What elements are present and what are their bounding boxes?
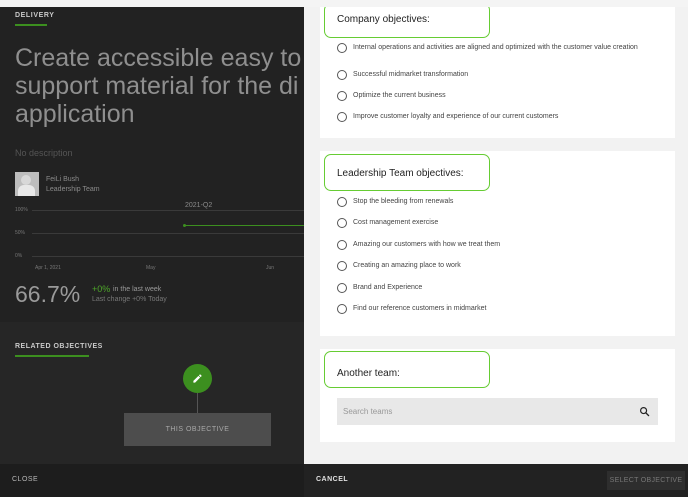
close-button[interactable]: CLOSE	[12, 476, 38, 483]
radio-button[interactable]	[337, 283, 347, 293]
radio-button[interactable]	[337, 43, 347, 53]
objective-option-label: Internal operations and activities are a…	[353, 44, 638, 51]
objective-option[interactable]: Amazing our customers with how we treat …	[337, 240, 657, 250]
chart-quarter-label: 2021-Q2	[185, 202, 213, 209]
this-objective-node[interactable]: THIS OBJECTIVE	[124, 413, 271, 446]
objective-description: No description	[15, 148, 73, 158]
objective-detail-page: DELIVERY Create accessible easy to suppo…	[0, 0, 304, 497]
y-tick-label: 0%	[15, 253, 23, 259]
team-search-box[interactable]	[337, 398, 658, 425]
tab-active-indicator	[15, 24, 47, 26]
section-title-company: Company objectives:	[337, 14, 430, 25]
radio-button[interactable]	[337, 197, 347, 207]
radio-button[interactable]	[337, 218, 347, 228]
tab-delivery[interactable]: DELIVERY	[15, 12, 55, 19]
edit-button[interactable]	[183, 364, 212, 393]
objective-option-label: Brand and Experience	[353, 284, 423, 291]
objective-option-label: Optimize the current business	[353, 92, 446, 99]
modal-action-bar: CANCEL SELECT OBJECTIVE	[304, 464, 688, 497]
progress-value: 66.7%	[15, 281, 81, 307]
objective-option[interactable]: Internal operations and activities are a…	[337, 43, 657, 53]
section-title-another-team: Another team:	[337, 368, 400, 379]
radio-button[interactable]	[337, 112, 347, 122]
radio-button[interactable]	[337, 240, 347, 250]
y-tick-label: 50%	[15, 230, 26, 236]
team-search-input[interactable]	[343, 407, 634, 416]
objective-option[interactable]: Cost management exercise	[337, 218, 657, 228]
company-objectives-card: Company objectives: Internal operations …	[320, 7, 675, 138]
y-tick-label: 100%	[15, 207, 28, 213]
bottom-bar: CLOSE	[0, 464, 304, 497]
objective-option-label: Cost management exercise	[353, 219, 439, 226]
radio-button[interactable]	[337, 70, 347, 80]
radio-button[interactable]	[337, 304, 347, 314]
objective-option-label: Find our reference customers in midmarke…	[353, 305, 487, 312]
pencil-icon	[193, 374, 202, 383]
tab-related-objectives[interactable]: RELATED OBJECTIVES	[15, 343, 103, 350]
another-team-card: Another team:	[320, 349, 675, 442]
select-objective-button[interactable]: SELECT OBJECTIVE	[607, 471, 685, 490]
objective-title: Create accessible easy to support materi…	[15, 44, 302, 128]
tree-connector	[197, 393, 198, 413]
x-tick-label: Apr 1, 2021	[35, 265, 61, 271]
chart-gridline	[32, 256, 304, 257]
select-objective-panel: Company objectives: Internal operations …	[304, 7, 688, 464]
owner-name: FeiLi Bush	[46, 176, 80, 183]
avatar	[15, 172, 39, 196]
radio-button[interactable]	[337, 261, 347, 271]
progress-trend-line	[184, 225, 304, 226]
section-title-leadership: Leadership Team objectives:	[337, 168, 464, 179]
objective-header-section: DELIVERY Create accessible easy to suppo…	[0, 0, 304, 322]
chart-gridline	[32, 233, 304, 234]
objective-option[interactable]: Find our reference customers in midmarke…	[337, 304, 657, 314]
chart-gridline	[32, 210, 304, 211]
cancel-button[interactable]: CANCEL	[316, 476, 348, 483]
search-icon-glyph	[639, 407, 649, 417]
objective-option[interactable]: Successful midmarket transformation	[337, 70, 657, 80]
objective-option[interactable]: Creating an amazing place to work	[337, 261, 657, 271]
x-tick-label: May	[146, 265, 156, 271]
objective-option-label: Successful midmarket transformation	[353, 71, 469, 78]
owner-team: Leadership Team	[46, 186, 100, 193]
objective-option[interactable]: Stop the bleeding from renewals	[337, 197, 657, 207]
x-tick-label: Jun	[266, 265, 275, 271]
leadership-objectives-card: Leadership Team objectives: Stop the ble…	[320, 151, 675, 336]
progress-delta: +0%	[92, 284, 111, 294]
objective-option-label: Amazing our customers with how we treat …	[353, 241, 501, 248]
objective-option[interactable]: Optimize the current business	[337, 91, 657, 101]
last-change-text: Last change +0% Today	[92, 296, 167, 303]
radio-button[interactable]	[337, 91, 347, 101]
progress-delta-period: in the last week	[113, 286, 162, 293]
objective-option-label: Creating an amazing place to work	[353, 262, 461, 269]
objective-option[interactable]: Brand and Experience	[337, 283, 657, 293]
objective-option-label: Improve customer loyalty and experience …	[353, 113, 559, 120]
window-top-strip	[0, 0, 688, 7]
search-icon[interactable]	[634, 402, 654, 422]
objective-option[interactable]: Improve customer loyalty and experience …	[337, 112, 657, 122]
tab-active-indicator	[15, 355, 89, 357]
objective-option-label: Stop the bleeding from renewals	[353, 198, 454, 205]
progress-trend-point	[183, 224, 186, 227]
